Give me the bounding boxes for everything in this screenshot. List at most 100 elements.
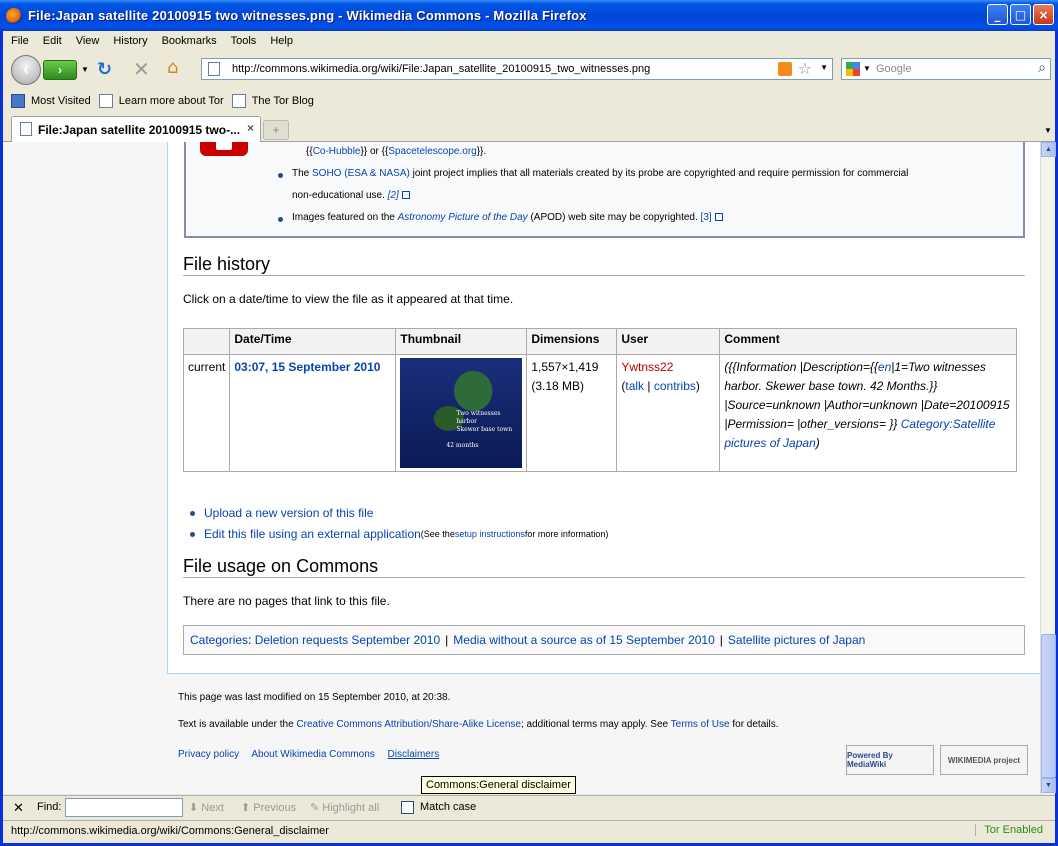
search-placeholder: Google bbox=[876, 63, 912, 75]
find-input[interactable] bbox=[65, 798, 183, 817]
menu-edit[interactable]: Edit bbox=[43, 35, 62, 47]
thumbnail-cell: Two witnesses harbor Skewer base town 42 … bbox=[395, 354, 528, 472]
tab-label: File:Japan satellite 20100915 two-... bbox=[38, 122, 241, 137]
setup-instructions-link[interactable]: setup instructions bbox=[455, 529, 525, 539]
bookmark-star-icon[interactable]: ☆ bbox=[798, 59, 812, 78]
notice-line-soho-2: non-educational use. [2] bbox=[292, 190, 410, 201]
highlight-all-button[interactable]: ✎ Highlight all bbox=[310, 801, 379, 814]
user-link[interactable]: Ywtnss22 bbox=[621, 360, 673, 374]
scroll-down-icon[interactable]: ▼ bbox=[1041, 778, 1056, 793]
button-label: Next bbox=[201, 802, 224, 814]
talk-link[interactable]: talk bbox=[625, 379, 644, 393]
button-label: Previous bbox=[253, 802, 297, 814]
text: non-educational use. bbox=[292, 190, 388, 201]
search-icon[interactable]: ⌕ bbox=[1038, 60, 1046, 76]
notice-line-apod: Images featured on the Astronomy Picture… bbox=[292, 212, 723, 223]
close-find-icon[interactable]: ✕ bbox=[13, 800, 24, 816]
close-window-button[interactable]: × bbox=[1033, 4, 1054, 25]
url-dropdown-icon[interactable]: ▼ bbox=[820, 63, 828, 72]
file-history-heading: File history bbox=[183, 254, 1025, 276]
license-text: Text is available under the Creative Com… bbox=[178, 719, 779, 730]
text: (APOD) web site may be copyrighted. bbox=[527, 212, 701, 223]
link-apod[interactable]: Astronomy Picture of the Day bbox=[398, 212, 528, 223]
title-bar[interactable]: File:Japan satellite 20100915 two witnes… bbox=[0, 0, 1058, 31]
link-soho[interactable]: SOHO (ESA & NASA) bbox=[312, 168, 410, 179]
text: {{ bbox=[306, 146, 313, 157]
find-bar: ✕ Find: ⬇ Next ⬆ Previous ✎ Highlight al… bbox=[3, 795, 1055, 819]
status-bar: http://commons.wikimedia.org/wiki/Common… bbox=[3, 820, 1055, 840]
match-case-checkbox[interactable] bbox=[401, 801, 414, 814]
forward-button[interactable]: › bbox=[43, 60, 77, 80]
copyright-notice-box: {{Co-Hubble}} or {{Spacetelescope.org}}.… bbox=[184, 142, 1025, 238]
back-button[interactable]: ‹ bbox=[11, 55, 41, 85]
bullet-icon bbox=[190, 531, 195, 537]
maximize-button[interactable]: □ bbox=[1010, 4, 1031, 25]
search-engine-dropdown-icon[interactable]: ▼ bbox=[863, 64, 871, 73]
page-viewport[interactable]: {{Co-Hubble}} or {{Spacetelescope.org}}.… bbox=[3, 142, 1040, 794]
category-link[interactable]: Deletion requests September 2010 bbox=[255, 633, 440, 647]
category-link[interactable]: Media without a source as of 15 Septembe… bbox=[453, 633, 715, 647]
reload-icon[interactable]: ↻ bbox=[97, 59, 112, 80]
file-history-table: Date/Time Thumbnail Dimensions User Comm… bbox=[182, 328, 1018, 472]
menu-tools[interactable]: Tools bbox=[231, 35, 257, 47]
tab-close-icon[interactable]: × bbox=[247, 121, 254, 135]
stop-icon[interactable]: ✕ bbox=[133, 57, 150, 81]
comment-en-link[interactable]: en bbox=[878, 360, 891, 374]
tab-current[interactable]: File:Japan satellite 20100915 two-... × bbox=[11, 116, 261, 142]
bookmark-most-visited[interactable]: Most Visited bbox=[11, 94, 91, 108]
menu-bookmarks[interactable]: Bookmarks bbox=[162, 35, 217, 47]
link-co-hubble[interactable]: Co-Hubble bbox=[313, 146, 361, 157]
last-modified-text: This page was last modified on 15 Septem… bbox=[178, 692, 451, 703]
bookmark-tor-blog[interactable]: The Tor Blog bbox=[231, 94, 314, 108]
terms-link[interactable]: Terms of Use bbox=[671, 719, 730, 730]
home-icon[interactable]: ⌂ bbox=[167, 57, 178, 78]
license-link[interactable]: Creative Commons Attribution/Share-Alike… bbox=[296, 719, 521, 730]
wikimedia-badge[interactable]: WIKIMEDIA project bbox=[940, 745, 1028, 775]
page-icon bbox=[208, 62, 220, 76]
link-ref-2[interactable]: [2] bbox=[388, 190, 399, 201]
table-header-row: Date/Time Thumbnail Dimensions User Comm… bbox=[182, 328, 1018, 355]
notice-line-hubble: {{Co-Hubble}} or {{Spacetelescope.org}}. bbox=[306, 146, 486, 157]
about-link[interactable]: About Wikimedia Commons bbox=[251, 749, 374, 760]
history-dropdown-icon[interactable]: ▼ bbox=[81, 65, 89, 74]
new-tab-button[interactable]: + bbox=[263, 120, 289, 140]
bullet-icon bbox=[278, 217, 283, 222]
bookmarks-toolbar: Most Visited Learn more about Tor The To… bbox=[3, 90, 1055, 112]
scroll-up-icon[interactable]: ▲ bbox=[1041, 142, 1056, 157]
contribs-link[interactable]: contribs bbox=[654, 379, 696, 393]
menu-history[interactable]: History bbox=[113, 35, 147, 47]
categories-link[interactable]: Categories bbox=[190, 633, 248, 647]
google-icon[interactable] bbox=[846, 62, 860, 76]
find-next-button[interactable]: ⬇ Next bbox=[189, 801, 224, 814]
tor-status[interactable]: Tor Enabled bbox=[975, 824, 1043, 836]
menu-help[interactable]: Help bbox=[270, 35, 293, 47]
privacy-policy-link[interactable]: Privacy policy bbox=[178, 749, 239, 760]
tab-list-dropdown-icon[interactable]: ▼ bbox=[1041, 120, 1055, 140]
category-link[interactable]: Satellite pictures of Japan bbox=[728, 633, 865, 647]
upload-new-version-link[interactable]: Upload a new version of this file bbox=[204, 506, 373, 520]
dimensions-text: 1,557×1,419 bbox=[531, 360, 599, 374]
edit-external-link[interactable]: Edit this file using an external applica… bbox=[204, 527, 421, 541]
window-title: File:Japan satellite 20100915 two witnes… bbox=[28, 8, 587, 23]
thumbnail-image[interactable]: Two witnesses harbor Skewer base town 42 … bbox=[400, 358, 523, 468]
url-bar[interactable]: http://commons.wikimedia.org/wiki/File:J… bbox=[201, 58, 833, 80]
mediawiki-badge[interactable]: Powered By MediaWiki bbox=[846, 745, 934, 775]
find-previous-button[interactable]: ⬆ Previous bbox=[241, 801, 296, 814]
link-spacetelescope[interactable]: Spacetelescope.org bbox=[388, 146, 476, 157]
firefox-icon bbox=[6, 7, 22, 24]
bookmark-label: Most Visited bbox=[31, 95, 91, 107]
disclaimers-link[interactable]: Disclaimers bbox=[388, 749, 440, 760]
scrollbar-thumb[interactable] bbox=[1041, 634, 1056, 778]
list-item: Upload a new version of this file bbox=[190, 506, 608, 520]
bookmark-learn-tor[interactable]: Learn more about Tor bbox=[98, 94, 224, 108]
menu-file[interactable]: File bbox=[11, 35, 29, 47]
minimize-button[interactable]: _ bbox=[987, 4, 1008, 25]
vertical-scrollbar[interactable]: ▲ ▼ bbox=[1040, 142, 1056, 794]
menu-view[interactable]: View bbox=[76, 35, 100, 47]
rss-feed-icon[interactable] bbox=[778, 62, 792, 76]
search-input[interactable]: ▼ Google ⌕ bbox=[841, 58, 1051, 80]
notice-line-soho: The SOHO (ESA & NASA) joint project impl… bbox=[292, 168, 908, 179]
datetime-link[interactable]: 03:07, 15 September 2010 bbox=[234, 360, 380, 374]
link-ref-3[interactable]: [3] bbox=[701, 212, 712, 223]
text: joint project implies that all materials… bbox=[409, 168, 909, 179]
